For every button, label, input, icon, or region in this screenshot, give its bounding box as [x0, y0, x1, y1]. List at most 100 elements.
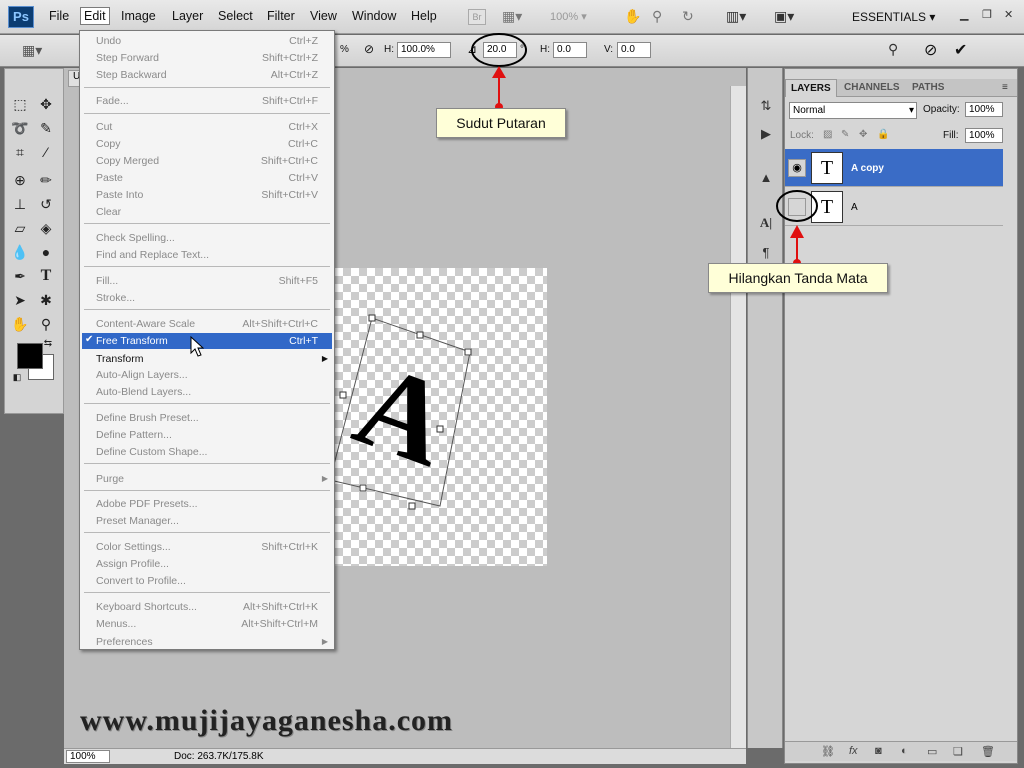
menu-item-auto-align[interactable]: Auto-Align Layers...: [82, 367, 332, 383]
menu-item-purge[interactable]: Purge ▶: [82, 471, 332, 487]
quick-selection-tool-icon[interactable]: ✎: [35, 117, 57, 139]
menu-help[interactable]: Help: [411, 9, 437, 23]
menu-item-paste[interactable]: Paste Ctrl+V: [82, 170, 332, 186]
menu-item-copy-merged[interactable]: Copy Merged Shift+Ctrl+C: [82, 153, 332, 169]
custom-shape-tool-icon[interactable]: ✱: [35, 289, 57, 311]
menu-view[interactable]: View: [310, 9, 337, 23]
type-tool-icon[interactable]: T: [35, 265, 57, 287]
new-layer-icon[interactable]: ❏: [953, 745, 963, 758]
menu-item-convert-profile[interactable]: Convert to Profile...: [82, 573, 332, 589]
menu-layer[interactable]: Layer: [172, 9, 203, 23]
zoom-tool-icon[interactable]: ⚲: [35, 313, 57, 335]
menu-item-find-replace[interactable]: Find and Replace Text...: [82, 247, 332, 263]
cancel-transform-icon[interactable]: ⊘: [924, 40, 937, 60]
eye-icon[interactable]: ◉: [788, 159, 806, 177]
lock-transparent-icon[interactable]: ▨: [823, 129, 832, 140]
menu-item-content-aware-scale[interactable]: Content-Aware Scale Alt+Shift+Ctrl+C: [82, 316, 332, 332]
clone-stamp-tool-icon[interactable]: ⊥: [9, 193, 31, 215]
eyedropper-tool-icon[interactable]: ⁄: [35, 141, 57, 163]
brush-tool-icon[interactable]: ✏: [35, 169, 57, 191]
menu-item-cut[interactable]: Cut Ctrl+X: [82, 119, 332, 135]
layer-style-icon[interactable]: fx: [849, 745, 858, 757]
rotate-view-icon[interactable]: ↻: [682, 8, 694, 25]
menu-filter[interactable]: Filter: [267, 9, 295, 23]
healing-brush-tool-icon[interactable]: ⊕: [9, 169, 31, 191]
default-colors-icon[interactable]: ◧: [11, 371, 23, 383]
h-skew-input[interactable]: 0.0: [553, 42, 587, 58]
menu-edit[interactable]: Edit: [80, 7, 110, 25]
height-scale-input[interactable]: 100.0%: [397, 42, 451, 58]
menu-item-preset-manager[interactable]: Preset Manager...: [82, 513, 332, 529]
foreground-color-swatch[interactable]: [17, 343, 43, 369]
dodge-tool-icon[interactable]: ●: [35, 241, 57, 263]
visibility-toggle-empty[interactable]: [788, 198, 806, 216]
menu-item-keyboard-shortcuts[interactable]: Keyboard Shortcuts... Alt+Shift+Ctrl+K: [82, 599, 332, 615]
vertical-scrollbar[interactable]: [730, 86, 746, 750]
character-panel-icon[interactable]: A|: [756, 213, 776, 233]
actions-panel-icon[interactable]: ▶: [756, 124, 776, 144]
crop-tool-icon[interactable]: ⌗: [9, 141, 31, 163]
menu-item-step-forward[interactable]: Step Forward Shift+Ctrl+Z: [82, 50, 332, 66]
menu-window[interactable]: Window: [352, 9, 396, 23]
menu-item-transform[interactable]: Transform ▶: [82, 351, 332, 367]
layer-mask-icon[interactable]: ◙: [875, 745, 882, 757]
bridge-button[interactable]: Br: [468, 9, 486, 25]
restore-icon[interactable]: ❐: [982, 8, 992, 21]
hand-tool-icon[interactable]: ✋: [624, 8, 641, 25]
menu-item-menus[interactable]: Menus... Alt+Shift+Ctrl+M: [82, 616, 332, 632]
menu-item-define-pattern[interactable]: Define Pattern...: [82, 427, 332, 443]
menu-item-undo[interactable]: Undo Ctrl+Z: [82, 33, 332, 49]
menu-file[interactable]: File: [49, 9, 69, 23]
adjustment-layer-icon[interactable]: ◐: [901, 745, 908, 757]
pen-tool-icon[interactable]: ✒: [9, 265, 31, 287]
tab-channels[interactable]: CHANNELS: [839, 79, 905, 97]
delete-layer-icon[interactable]: 🗑: [981, 745, 995, 758]
navigator-panel-icon[interactable]: ▲: [756, 168, 776, 188]
menu-item-define-brush[interactable]: Define Brush Preset...: [82, 410, 332, 426]
free-transform-box[interactable]: A: [330, 310, 480, 515]
menu-item-stroke[interactable]: Stroke...: [82, 290, 332, 306]
panel-menu-icon[interactable]: ≡: [997, 79, 1013, 97]
swap-colors-icon[interactable]: ⇆: [41, 337, 55, 351]
commit-transform-icon[interactable]: ✔: [954, 40, 967, 60]
hand-tool-icon[interactable]: ✋: [9, 313, 31, 335]
new-group-icon[interactable]: ▭: [927, 745, 937, 758]
path-selection-tool-icon[interactable]: ➤: [9, 289, 31, 311]
menu-item-check-spelling[interactable]: Check Spelling...: [82, 230, 332, 246]
zoom-level-select[interactable]: 100% ▾: [550, 10, 587, 23]
link-layers-icon[interactable]: ⛓: [821, 745, 835, 758]
marquee-tool-icon[interactable]: ⬚: [9, 93, 31, 115]
blur-tool-icon[interactable]: 💧: [9, 241, 31, 263]
menu-item-preferences[interactable]: Preferences ▶: [82, 634, 332, 650]
menu-item-assign-profile[interactable]: Assign Profile...: [82, 556, 332, 572]
layer-row-a[interactable]: T A: [785, 188, 1003, 226]
minimize-icon[interactable]: ▁: [960, 8, 968, 21]
lock-all-icon[interactable]: 🔒: [877, 129, 889, 140]
lock-image-icon[interactable]: ✎: [841, 129, 849, 140]
menu-item-define-custom-shape[interactable]: Define Custom Shape...: [82, 444, 332, 460]
history-brush-tool-icon[interactable]: ↺: [35, 193, 57, 215]
menu-item-color-settings[interactable]: Color Settings... Shift+Ctrl+K: [82, 539, 332, 555]
v-skew-input[interactable]: 0.0: [617, 42, 651, 58]
menu-select[interactable]: Select: [218, 9, 253, 23]
reference-point-icon[interactable]: ▦▾: [22, 42, 42, 59]
paint-bucket-tool-icon[interactable]: ◈: [35, 217, 57, 239]
move-tool-icon[interactable]: ✥: [35, 93, 57, 115]
zoom-tool-icon[interactable]: ⚲: [652, 8, 662, 25]
menu-item-pdf-presets[interactable]: Adobe PDF Presets...: [82, 496, 332, 512]
history-panel-icon[interactable]: ⇅: [756, 96, 776, 116]
menu-item-step-backward[interactable]: Step Backward Alt+Ctrl+Z: [82, 67, 332, 83]
menu-item-free-transform[interactable]: ✔ Free Transform Ctrl+T: [82, 333, 332, 349]
lock-position-icon[interactable]: ✥: [859, 129, 867, 140]
opacity-input[interactable]: 100%: [965, 102, 1003, 117]
menu-item-copy[interactable]: Copy Ctrl+C: [82, 136, 332, 152]
status-zoom-input[interactable]: 100%: [66, 750, 110, 763]
tab-paths[interactable]: PATHS: [907, 79, 949, 97]
arrange-documents-icon[interactable]: ▥▾: [726, 8, 746, 25]
workspace-switcher[interactable]: ESSENTIALS ▾: [852, 10, 935, 24]
launch-mini-bridge-icon[interactable]: ▦▾: [502, 8, 522, 25]
menu-item-clear[interactable]: Clear: [82, 204, 332, 220]
menu-item-fade[interactable]: Fade... Shift+Ctrl+F: [82, 93, 332, 109]
lasso-tool-icon[interactable]: ➰: [9, 117, 31, 139]
menu-image[interactable]: Image: [121, 9, 156, 23]
